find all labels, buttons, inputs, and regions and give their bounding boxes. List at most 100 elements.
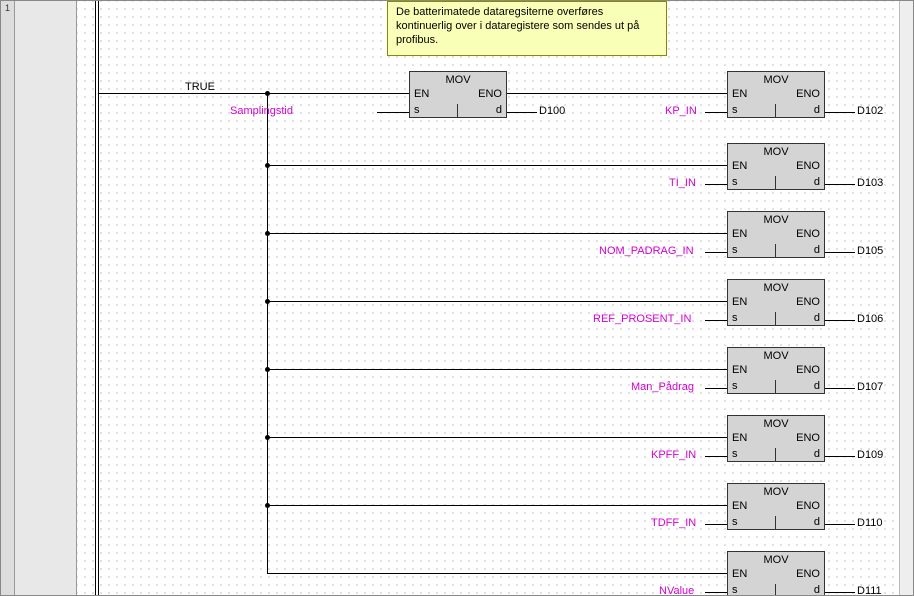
wire (507, 112, 537, 113)
mov-block-nom-padrag-in[interactable]: MOV EN ENO s d (727, 211, 825, 245)
mov-title: MOV (728, 350, 824, 362)
junction-dot (265, 91, 270, 96)
mov-eno-label: ENO (796, 568, 820, 580)
wire (377, 112, 409, 113)
wire (99, 93, 409, 94)
mov-en-label: EN (732, 160, 747, 172)
wire (705, 184, 727, 185)
mov-en-label: EN (732, 432, 747, 444)
wire (705, 524, 727, 525)
mov-eno-label: ENO (796, 228, 820, 240)
mov-block-man-padrag[interactable]: MOV EN ENO s d (727, 347, 825, 381)
wire (825, 592, 855, 593)
mov-eno-label: ENO (796, 88, 820, 100)
mov-block-kpff-in[interactable]: MOV EN ENO s d (727, 415, 825, 449)
wire (825, 388, 855, 389)
mov-title: MOV (410, 74, 506, 86)
wire (825, 252, 855, 253)
mov-eno-label: ENO (796, 296, 820, 308)
ladder-canvas[interactable]: De batterimatede dataregsiterne overføre… (77, 1, 913, 595)
wire (267, 505, 727, 506)
d-output-label: D106 (857, 313, 883, 325)
d-output-label: D109 (857, 449, 883, 461)
mov-title: MOV (728, 418, 824, 430)
mov-s-label: s (727, 104, 777, 118)
s-input-label: KPFF_IN (651, 449, 696, 461)
mov-s-label: s (727, 516, 777, 530)
app-frame: 1 De batterimatede dataregsiterne overfø… (0, 0, 914, 596)
mov-block-kp-in[interactable]: MOV EN ENO s d (727, 71, 825, 105)
mov-d-label: d (775, 312, 825, 326)
wire (705, 456, 727, 457)
mov-title: MOV (728, 282, 824, 294)
wire (267, 233, 727, 234)
wire (705, 388, 727, 389)
mov-title: MOV (728, 214, 824, 226)
mov-en-label: EN (732, 500, 747, 512)
wire (825, 524, 855, 525)
wire (705, 320, 727, 321)
mov-d-label: d (457, 104, 507, 118)
mov-title: MOV (728, 146, 824, 158)
ruler-pane: 1 (1, 1, 77, 595)
s-input-label: Samplingstid (230, 105, 293, 117)
wire (705, 592, 727, 593)
mov-d-label: d (775, 516, 825, 530)
network-index-tab[interactable]: 1 (1, 1, 15, 595)
d-output-label: D110 (857, 517, 882, 529)
d-output-label: D111 (857, 585, 882, 595)
wire (267, 301, 727, 302)
mov-title: MOV (728, 554, 824, 566)
mov-d-label: d (775, 380, 825, 394)
mov-s-label: s (727, 176, 777, 190)
wire (267, 573, 727, 574)
s-input-label: KP_IN (665, 105, 697, 117)
mov-eno-label: ENO (478, 88, 502, 100)
s-input-label: Man_Pådrag (631, 381, 694, 393)
wire (507, 93, 637, 94)
mov-en-label: EN (732, 228, 747, 240)
s-input-label: NValue (659, 585, 694, 595)
mov-block-ref-prosent-in[interactable]: MOV EN ENO s d (727, 279, 825, 313)
mov-block-samplingstid[interactable]: MOV EN ENO s d (409, 71, 507, 105)
wire (637, 93, 727, 94)
mov-s-label: s (727, 584, 777, 595)
power-rail (95, 1, 99, 595)
network-comment: De batterimatede dataregsiterne overføre… (387, 1, 667, 56)
mov-eno-label: ENO (796, 160, 820, 172)
wire (267, 165, 727, 166)
wire (267, 369, 727, 370)
mov-d-label: d (775, 584, 825, 595)
s-input-label: NOM_PADRAG_IN (599, 245, 694, 257)
mov-s-label: s (727, 312, 777, 326)
true-contact-label: TRUE (185, 81, 215, 93)
mov-s-label: s (727, 448, 777, 462)
d-output-label: D103 (857, 177, 883, 189)
mov-title: MOV (728, 74, 824, 86)
mov-en-label: EN (732, 364, 747, 376)
wire (705, 252, 727, 253)
wire (705, 112, 727, 113)
mov-en-label: EN (732, 296, 747, 308)
mov-s-label: s (727, 244, 777, 258)
mov-s-label: s (409, 104, 459, 118)
mov-d-label: d (775, 176, 825, 190)
d-output-label: D107 (857, 381, 883, 393)
s-input-label: REF_PROSENT_IN (593, 313, 691, 325)
mov-d-label: d (775, 448, 825, 462)
s-input-label: TDFF_IN (651, 517, 696, 529)
mov-block-ti-in[interactable]: MOV EN ENO s d (727, 143, 825, 177)
mov-s-label: s (727, 380, 777, 394)
vertical-scrollbar[interactable] (899, 1, 913, 595)
wire (825, 320, 855, 321)
mov-block-nvalue[interactable]: MOV EN ENO s d (727, 551, 825, 585)
wire (825, 184, 855, 185)
mov-title: MOV (728, 486, 824, 498)
mov-en-label: EN (732, 88, 747, 100)
wire (825, 112, 855, 113)
d-output-label: D105 (857, 245, 883, 257)
mov-en-label: EN (732, 568, 747, 580)
wire (825, 456, 855, 457)
mov-block-tdff-in[interactable]: MOV EN ENO s d (727, 483, 825, 517)
d-output-label: D100 (539, 105, 565, 117)
